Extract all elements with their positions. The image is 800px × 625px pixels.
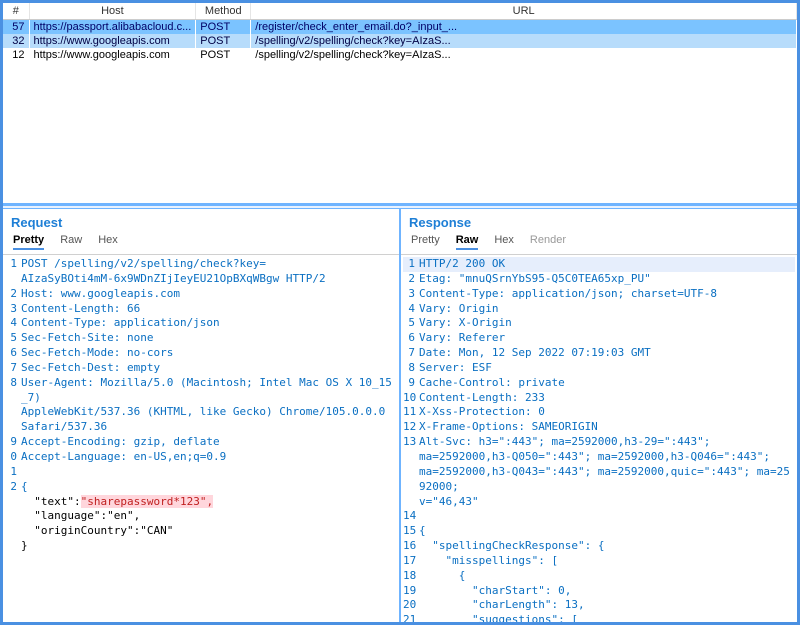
tab-raw[interactable]: Raw	[456, 234, 479, 250]
response-panel: Response Pretty Raw Hex Render 1HTTP/2 2…	[401, 209, 797, 622]
table-row[interactable]: 32https://www.googleapis.comPOST/spellin…	[3, 34, 797, 48]
table-row[interactable]: 57https://passport.alibabacloud.c...POST…	[3, 20, 797, 35]
request-tabs: Pretty Raw Hex	[3, 234, 399, 255]
col-host[interactable]: Host	[29, 3, 196, 20]
table-row[interactable]: 12https://www.googleapis.comPOST/spellin…	[3, 48, 797, 62]
col-url[interactable]: URL	[251, 3, 797, 20]
col-num[interactable]: #	[3, 3, 29, 20]
tab-pretty[interactable]: Pretty	[13, 234, 44, 250]
request-table[interactable]: # Host Method URL 57https://passport.ali…	[3, 3, 797, 62]
response-title: Response	[401, 209, 797, 234]
request-panel: Request Pretty Raw Hex 1POST /spelling/v…	[3, 209, 401, 622]
tab-raw[interactable]: Raw	[60, 234, 82, 250]
request-table-pane: # Host Method URL 57https://passport.ali…	[3, 3, 797, 203]
tab-hex[interactable]: Hex	[98, 234, 118, 250]
request-title: Request	[3, 209, 399, 234]
request-body[interactable]: 1POST /spelling/v2/spelling/check?key=AI…	[3, 255, 399, 622]
tab-pretty[interactable]: Pretty	[411, 234, 440, 250]
response-tabs: Pretty Raw Hex Render	[401, 234, 797, 255]
response-body[interactable]: 1HTTP/2 200 OK2Etag: "mnuQSrnYbS95-Q5C0T…	[401, 255, 797, 622]
tab-render[interactable]: Render	[530, 234, 566, 250]
detail-pane: Request Pretty Raw Hex 1POST /spelling/v…	[3, 209, 797, 622]
col-method[interactable]: Method	[196, 3, 251, 20]
tab-hex[interactable]: Hex	[494, 234, 514, 250]
